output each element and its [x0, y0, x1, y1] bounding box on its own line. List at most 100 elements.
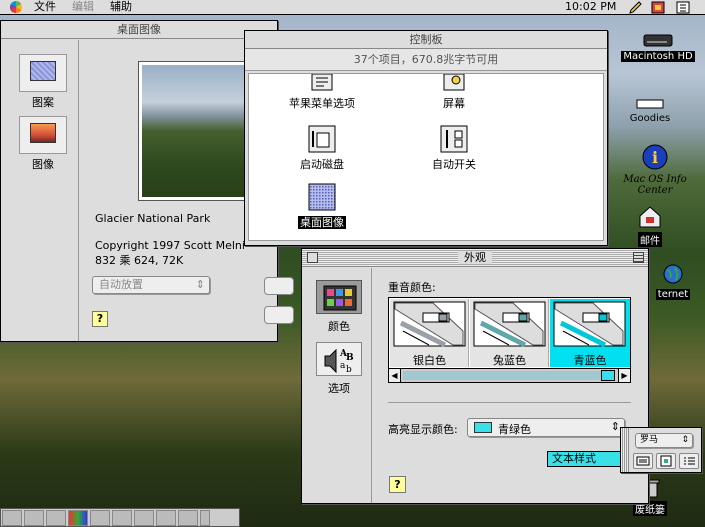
strip-tab-icon[interactable]: [200, 509, 210, 526]
picture-icon: [30, 123, 56, 143]
panel-item-apple-menu[interactable]: 苹果菜单选项: [267, 74, 377, 111]
globe-icon: [663, 264, 683, 284]
picture-label: 图像: [32, 158, 54, 171]
pattern-icon: [30, 61, 56, 81]
scroll-track[interactable]: [403, 371, 603, 380]
picture-tab[interactable]: [19, 116, 67, 154]
document-icon: [660, 455, 672, 467]
startup-disk-icon: [308, 125, 336, 153]
palette-drag-bar[interactable]: [621, 428, 629, 472]
strip-cd-player-icon[interactable]: [156, 509, 176, 526]
preview-image: [142, 65, 244, 197]
options-tab-label: 选项: [328, 382, 350, 395]
strip-sound-icon[interactable]: [24, 509, 44, 526]
control-strip: [0, 508, 240, 527]
monitor-icon: [443, 74, 465, 91]
desktop-icon-info[interactable]: i Mac OS Info Center: [605, 143, 705, 196]
desktop-icon-hd[interactable]: Macintosh HD: [612, 32, 704, 62]
panel-item-label: 屏幕: [443, 97, 465, 110]
scroll-thumb[interactable]: [601, 370, 615, 381]
desktop-pictures-window: 桌面图像 图案 图像 Glacier National Park Copyrig…: [0, 20, 294, 342]
options-tab[interactable]: A B a b: [316, 342, 362, 376]
strip-location-icon[interactable]: [178, 509, 198, 526]
app-icon[interactable]: [651, 1, 665, 14]
accent-swatch-blue[interactable]: 兔蓝色: [470, 299, 549, 367]
font-popup-value: 罗马: [640, 435, 659, 445]
pencil-icon[interactable]: [628, 1, 642, 14]
panel-item-desktop-pictures[interactable]: 桌面图像: [267, 183, 377, 230]
panel-item-auto-power[interactable]: 自动开关: [399, 125, 509, 172]
scroll-right-icon[interactable]: ▶: [618, 369, 630, 382]
close-box-icon[interactable]: [307, 252, 318, 263]
window-title-bar[interactable]: 桌面图像: [1, 21, 277, 39]
panel-item-label-selected: 桌面图像: [298, 216, 346, 229]
desktop-icon-label: ternet: [655, 289, 691, 300]
panel-item-monitors[interactable]: 屏幕: [399, 74, 509, 111]
popup-arrows-icon: ⇕: [610, 420, 620, 433]
swatch-label: 兔蓝色: [493, 354, 526, 367]
side-panel: 图案 图像: [1, 40, 79, 341]
auto-power-icon: [440, 125, 468, 153]
help-button[interactable]: ?: [92, 311, 108, 327]
pattern-tab[interactable]: [19, 54, 67, 92]
position-popup[interactable]: 自动放置 ⇕: [92, 276, 210, 294]
menu-help[interactable]: 辅助: [102, 0, 140, 14]
keyboard-icon: [636, 456, 650, 466]
panel-item-label: 启动磁盘: [300, 158, 344, 171]
menu-clock[interactable]: 10:02 PM: [565, 0, 616, 14]
window-title-bar[interactable]: 控制板: [245, 31, 607, 49]
highlight-color-popup[interactable]: 青绿色 ⇕: [467, 418, 625, 437]
color-tab[interactable]: [316, 280, 362, 314]
scroll-left-icon[interactable]: ◀: [389, 369, 401, 382]
strip-printer-icon[interactable]: [134, 509, 154, 526]
desktop-icon-goodies[interactable]: Goodies: [622, 98, 678, 124]
desktop-pictures-icon: [308, 183, 336, 211]
svg-text:i: i: [652, 148, 658, 167]
strip-monitor-icon[interactable]: [46, 509, 66, 526]
desktop-icon-internet[interactable]: ternet: [648, 262, 698, 300]
apple-menu-icon[interactable]: [10, 1, 22, 13]
font-popup[interactable]: 罗马 ⇕: [635, 433, 693, 448]
apple-menu-options-icon: [311, 74, 333, 91]
desktop-icon-label: Goodies: [629, 113, 671, 124]
text-style-field[interactable]: 文本样式: [547, 451, 621, 467]
window-title: 外观: [458, 251, 492, 264]
remove-picture-button[interactable]: [264, 277, 294, 295]
desktop-icon-label: 邮件: [638, 232, 662, 247]
pattern-label: 图案: [32, 96, 54, 109]
accent-swatch-cyan-selected[interactable]: 青蓝色: [550, 299, 630, 367]
window-title-bar[interactable]: 外观: [302, 249, 648, 267]
strip-color-depth-icon[interactable]: [68, 509, 88, 526]
application-menu-icon[interactable]: [676, 1, 690, 14]
window-title: 桌面图像: [111, 23, 167, 36]
collapse-box-icon[interactable]: [633, 252, 644, 263]
desktop-icon-label: Macintosh HD: [621, 51, 695, 62]
popup-arrows-icon: ⇕: [681, 435, 689, 445]
panel-item-startup-disk[interactable]: 启动磁盘: [267, 125, 377, 172]
panel-item-label: 自动开关: [432, 158, 476, 171]
set-desktop-button[interactable]: [264, 306, 294, 324]
horizontal-scrollbar[interactable]: ◀ ▶: [389, 368, 630, 382]
highlight-color-label: 高亮显示颜色:: [388, 423, 458, 436]
palette-list-button[interactable]: [679, 453, 699, 469]
color-swatches-icon: [323, 285, 357, 311]
menu-file[interactable]: 文件: [26, 0, 64, 14]
image-copyright: Copyright 1997 Scott Melni: [95, 239, 245, 252]
accent-swatch-silver[interactable]: 银白色: [390, 299, 469, 367]
divider: [388, 402, 631, 403]
desktop-icon-mail[interactable]: 邮件: [632, 205, 668, 247]
palette-keyboard-button[interactable]: [633, 453, 653, 469]
folder-icon: [636, 99, 664, 109]
swatch-label: 银白色: [413, 354, 446, 367]
position-popup-value: 自动放置: [99, 278, 143, 291]
help-button[interactable]: ?: [389, 476, 406, 493]
image-dimensions: 832 乘 624, 72K: [95, 254, 184, 267]
strip-resolution-icon[interactable]: [90, 509, 110, 526]
svg-text:B: B: [346, 353, 354, 363]
blue-swatch-icon: [473, 301, 546, 347]
menu-edit[interactable]: 编辑: [64, 0, 102, 14]
strip-cd-icon[interactable]: [2, 509, 22, 526]
strip-file-sharing-icon[interactable]: [112, 509, 132, 526]
palette-doc-button[interactable]: [656, 453, 676, 469]
accent-color-list[interactable]: 银白色 兔蓝色 青蓝色 ◀ ▶: [388, 297, 631, 383]
